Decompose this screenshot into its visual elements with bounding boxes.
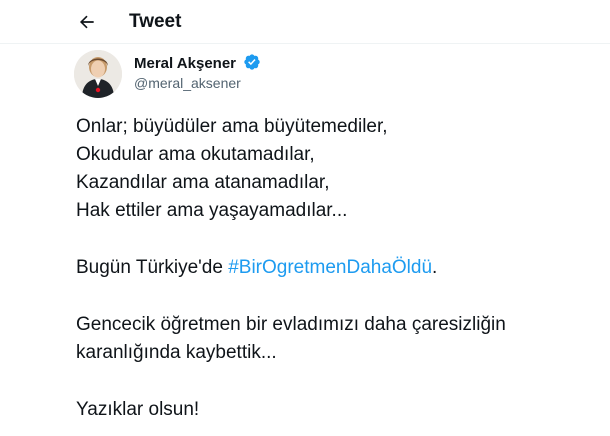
author-handle[interactable]: @meral_aksener	[134, 74, 241, 92]
tweet-line: Hak ettiler ama yaşayamadılar...	[76, 200, 348, 221]
avatar[interactable]	[74, 50, 122, 98]
tweet-line: Onlar; büyüdüler ama büyütemediler,	[76, 116, 388, 137]
verified-badge-icon	[244, 54, 260, 70]
tweet-line: Gencecik öğretmen bir evladımızı daha ça…	[76, 314, 506, 335]
tweet-line: karanlığında kaybettik...	[76, 342, 277, 363]
tweet-text-segment: .	[432, 257, 438, 278]
tweet-line: Bugün Türkiye'de #BirOgretmenDahaÖldü.	[76, 254, 606, 282]
back-button[interactable]	[73, 8, 101, 36]
author-name-label: Meral Akşener	[134, 55, 236, 72]
arrow-left-icon	[79, 15, 94, 29]
tweet-line: Okudular ama okutamadılar,	[76, 144, 315, 165]
tweet-line: Kazandılar ama atanamadılar,	[76, 172, 330, 193]
author-name[interactable]: Meral Akşener	[134, 53, 261, 73]
tweet-text-segment: Bugün Türkiye'de	[76, 257, 229, 278]
tweet-header: Tweet	[0, 0, 610, 44]
tweet-text: Onlar; büyüdüler ama büyütemediler, Okud…	[76, 113, 606, 424]
page-title: Tweet	[129, 11, 182, 32]
author-info: Meral Akşener @meral_aksener	[74, 50, 594, 98]
hashtag-link[interactable]: #BirOgretmenDahaÖldü	[228, 257, 432, 278]
tweet-line: Yazıklar olsun!	[76, 399, 200, 420]
